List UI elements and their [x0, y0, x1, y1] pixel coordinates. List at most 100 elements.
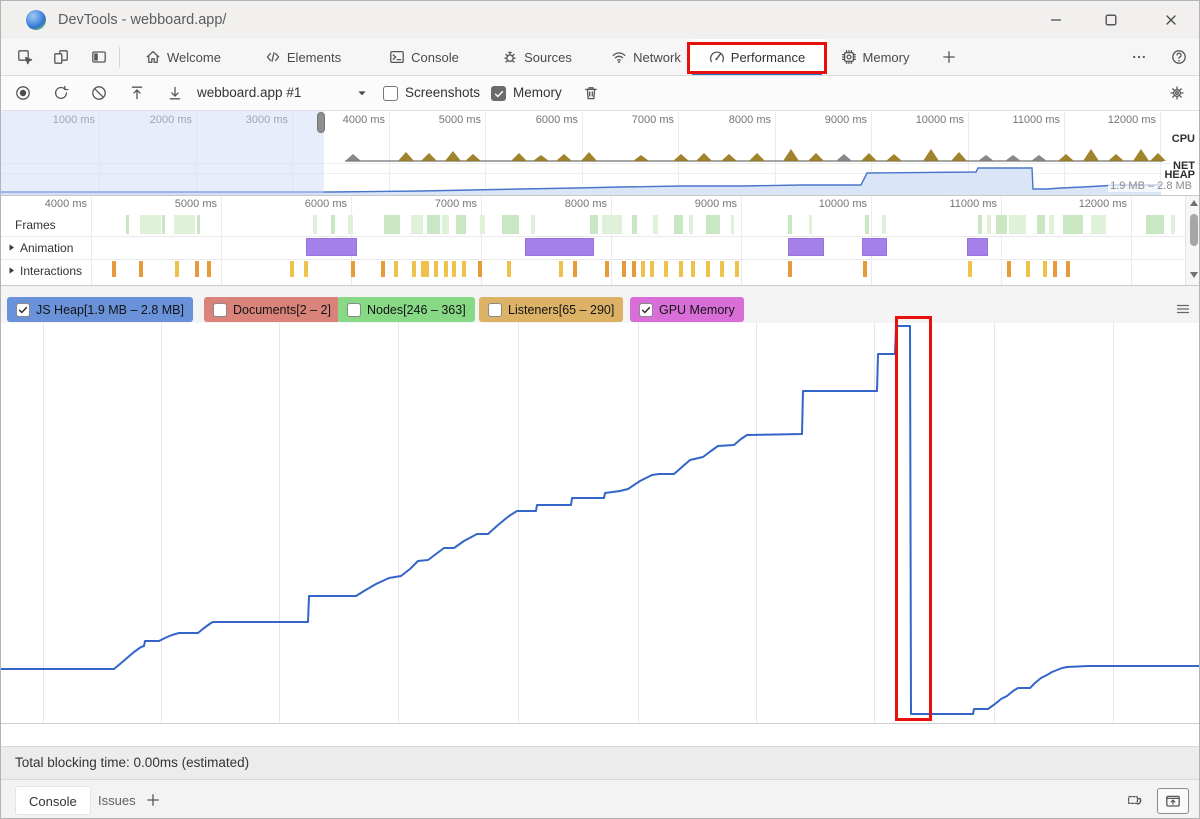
frame-bar[interactable] — [456, 215, 466, 234]
interaction-bar[interactable] — [559, 261, 563, 277]
interactions-row-label[interactable]: Interactions — [7, 264, 82, 278]
timeline-overview[interactable]: 1000 ms2000 ms3000 ms4000 ms5000 ms6000 … — [1, 111, 1200, 196]
frame-bar[interactable] — [442, 215, 449, 234]
scrollbar-thumb[interactable] — [1190, 214, 1198, 246]
tab-sources[interactable]: Sources — [485, 39, 589, 75]
legend-checkbox[interactable] — [347, 303, 361, 317]
frame-bar[interactable] — [126, 215, 129, 234]
frame-bar[interactable] — [1049, 215, 1054, 234]
interaction-bar[interactable] — [691, 261, 695, 277]
interaction-bar[interactable] — [735, 261, 739, 277]
interaction-bar[interactable] — [1026, 261, 1030, 277]
animation-bar[interactable] — [788, 238, 824, 256]
frame-bar[interactable] — [674, 215, 683, 234]
interaction-bar[interactable] — [381, 261, 385, 277]
interaction-bar[interactable] — [622, 261, 626, 277]
frame-bar[interactable] — [427, 215, 440, 234]
interaction-bar[interactable] — [351, 261, 355, 277]
interaction-bar[interactable] — [444, 261, 448, 277]
frame-bar[interactable] — [689, 215, 693, 234]
frame-bar[interactable] — [978, 215, 982, 234]
expand-triangle-icon[interactable] — [7, 264, 16, 278]
interaction-bar[interactable] — [478, 261, 482, 277]
legend-checkbox[interactable] — [16, 303, 30, 317]
maximize-button[interactable] — [1088, 1, 1134, 39]
interaction-bar[interactable] — [207, 261, 211, 277]
legend-pill-nodes[interactable]: Nodes[246 – 363] — [338, 297, 475, 322]
drawer-tab-console[interactable]: Console — [15, 786, 91, 815]
tab-network[interactable]: Network — [598, 39, 694, 75]
interaction-bar[interactable] — [394, 261, 398, 277]
frame-bar[interactable] — [174, 215, 195, 234]
legend-pill-js-heap[interactable]: JS Heap[1.9 MB – 2.8 MB] — [7, 297, 193, 322]
frame-bar[interactable] — [1037, 215, 1045, 234]
frame-bar[interactable] — [996, 215, 1007, 234]
load-profile-button[interactable] — [125, 81, 149, 105]
interaction-bar[interactable] — [434, 261, 438, 277]
minimize-button[interactable] — [1033, 1, 1079, 39]
interaction-bar[interactable] — [452, 261, 456, 277]
frame-bar[interactable] — [197, 215, 200, 234]
frame-bar[interactable] — [1146, 215, 1164, 234]
legend-checkbox[interactable] — [488, 303, 502, 317]
help-button[interactable] — [1165, 43, 1193, 71]
frame-bar[interactable] — [348, 215, 353, 234]
legend-menu-icon[interactable] — [1175, 301, 1191, 322]
customize-layout-icon[interactable] — [1123, 790, 1147, 810]
frame-bar[interactable] — [331, 215, 335, 234]
interaction-bar[interactable] — [195, 261, 199, 277]
interaction-bar[interactable] — [507, 261, 511, 277]
legend-pill-listeners[interactable]: Listeners[65 – 290] — [479, 297, 623, 322]
interaction-bar[interactable] — [304, 261, 308, 277]
frame-bar[interactable] — [987, 215, 991, 234]
frame-bar[interactable] — [480, 215, 485, 234]
frame-bar[interactable] — [809, 215, 812, 234]
frame-bar[interactable] — [531, 215, 535, 234]
frame-bar[interactable] — [1091, 215, 1106, 234]
frame-bar[interactable] — [882, 215, 886, 234]
legend-checkbox[interactable] — [213, 303, 227, 317]
memory-checkbox[interactable] — [491, 86, 506, 101]
interaction-bar[interactable] — [1007, 261, 1011, 277]
interaction-bar[interactable] — [632, 261, 636, 277]
frame-bar[interactable] — [313, 215, 317, 234]
timeline-tracks[interactable]: 4000 ms5000 ms6000 ms7000 ms8000 ms9000 … — [1, 196, 1200, 286]
frame-bar[interactable] — [731, 215, 734, 234]
frame-bar[interactable] — [1009, 215, 1026, 234]
frame-bar[interactable] — [411, 215, 423, 234]
interaction-bar[interactable] — [650, 261, 654, 277]
save-profile-button[interactable] — [163, 81, 187, 105]
inspect-element-icon[interactable] — [11, 43, 39, 71]
screenshots-label[interactable]: Screenshots — [405, 76, 480, 110]
interaction-bar[interactable] — [788, 261, 792, 277]
memory-label[interactable]: Memory — [513, 76, 562, 110]
interaction-bar[interactable] — [664, 261, 668, 277]
tab-elements[interactable]: Elements — [248, 39, 358, 75]
more-options-button[interactable] — [1125, 43, 1153, 71]
animation-row-label[interactable]: Animation — [7, 241, 73, 255]
add-drawer-tab-button[interactable] — [141, 788, 165, 812]
add-tab-button[interactable] — [935, 43, 963, 71]
interaction-bar[interactable] — [605, 261, 609, 277]
tab-performance[interactable]: Performance — [690, 39, 824, 75]
interaction-bar[interactable] — [1066, 261, 1070, 277]
legend-checkbox[interactable] — [639, 303, 653, 317]
interaction-bar[interactable] — [1053, 261, 1057, 277]
expand-quick-view-button[interactable] — [1157, 788, 1189, 814]
interaction-bar[interactable] — [641, 261, 645, 277]
frame-bar[interactable] — [1171, 215, 1175, 234]
animation-bar[interactable] — [525, 238, 594, 256]
interaction-bar[interactable] — [706, 261, 710, 277]
record-button[interactable] — [11, 81, 35, 105]
frame-bar[interactable] — [162, 215, 165, 234]
expand-triangle-icon[interactable] — [7, 241, 16, 255]
interaction-bar[interactable] — [1043, 261, 1047, 277]
overview-window-handle[interactable] — [317, 112, 325, 133]
frame-bar[interactable] — [788, 215, 792, 234]
frame-bar[interactable] — [632, 215, 637, 234]
dock-panel-icon[interactable] — [85, 43, 113, 71]
interaction-bar[interactable] — [139, 261, 143, 277]
frame-bar[interactable] — [590, 215, 598, 234]
scroll-up-arrow-icon[interactable] — [1190, 200, 1198, 206]
tab-welcome[interactable]: Welcome — [131, 39, 235, 75]
